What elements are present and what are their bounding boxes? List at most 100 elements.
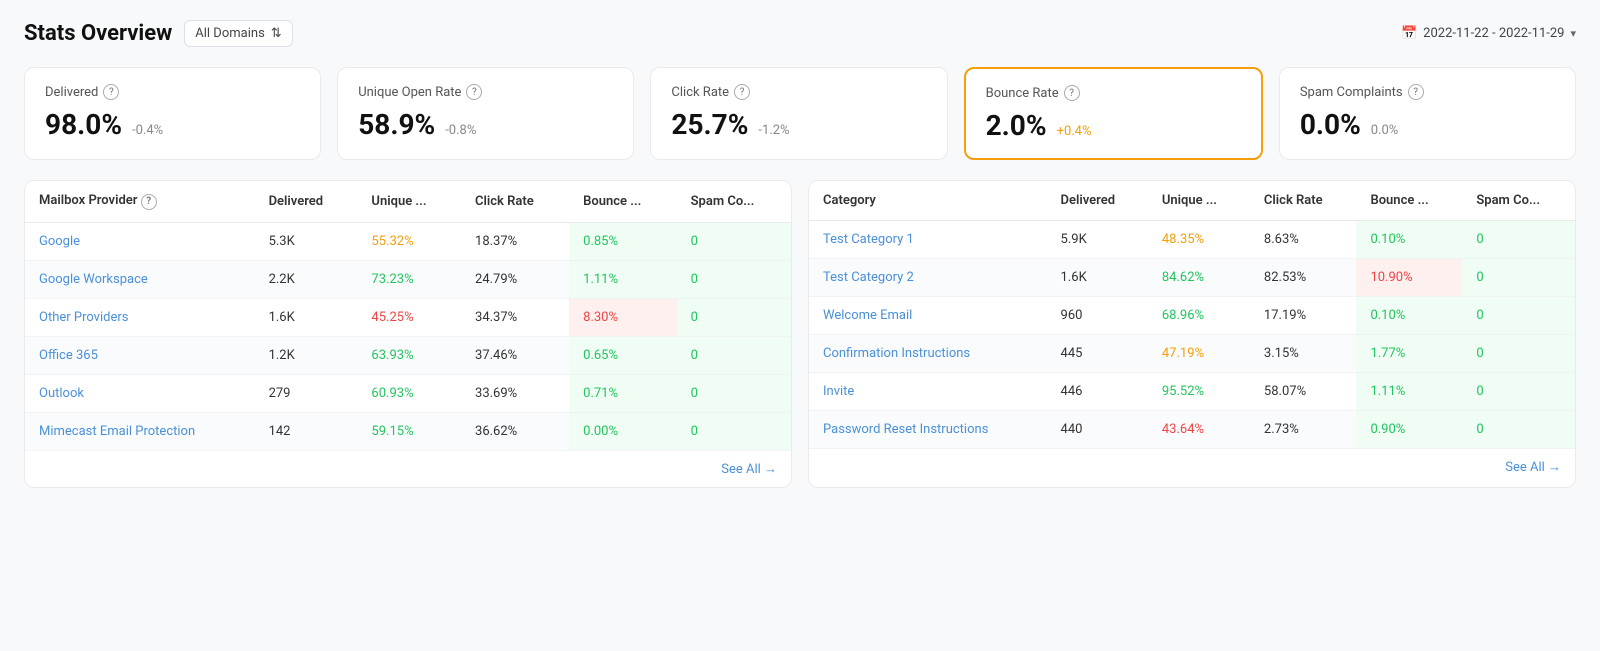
category-spam-cell: 0 <box>1462 373 1575 411</box>
mailbox-bounce-cell: 0.85% <box>569 222 676 260</box>
domain-select[interactable]: All Domains ⇅ <box>184 20 292 47</box>
kpi-label-text-bounce_rate: Bounce Rate <box>986 86 1059 101</box>
table-row: Other Providers 1.6K 45.25% 34.37% 8.30%… <box>25 298 791 336</box>
calendar-icon: 📅 <box>1401 26 1417 41</box>
category-name-cell: Welcome Email <box>809 297 1047 335</box>
category-name-cell: Test Category 2 <box>809 259 1047 297</box>
category-spam-cell: 0 <box>1462 259 1575 297</box>
help-icon-unique_open_rate[interactable]: ? <box>466 84 482 100</box>
mailbox-spam-cell: 0 <box>677 260 791 298</box>
kpi-value-spam_complaints: 0.0% <box>1300 108 1361 141</box>
mailbox-provider-header-label: Mailbox Provider <box>39 193 137 208</box>
table-row: Office 365 1.2K 63.93% 37.46% 0.65% 0 <box>25 336 791 374</box>
category-clickrate-cell: 3.15% <box>1250 335 1357 373</box>
tables-row: Mailbox Provider ?DeliveredUnique ...Cli… <box>24 180 1576 488</box>
mailbox-delivered-cell: 142 <box>255 412 358 450</box>
category-delivered-cell: 446 <box>1047 373 1148 411</box>
kpi-card-unique_open_rate: Unique Open Rate ? 58.9% -0.8% <box>337 67 634 160</box>
mailbox-provider-link[interactable]: Outlook <box>39 386 84 401</box>
header-left: Stats Overview All Domains ⇅ <box>24 20 293 47</box>
category-unique-cell: 48.35% <box>1148 221 1250 259</box>
mailbox-spam-cell: 0 <box>677 222 791 260</box>
mailbox-bounce-cell: 0.65% <box>569 336 676 374</box>
table-row: Outlook 279 60.93% 33.69% 0.71% 0 <box>25 374 791 412</box>
mailbox-unique-cell: 59.15% <box>357 412 461 450</box>
category-clickrate-cell: 58.07% <box>1250 373 1357 411</box>
kpi-value-unique_open_rate: 58.9% <box>358 108 435 141</box>
kpi-label-spam_complaints: Spam Complaints ? <box>1300 84 1555 100</box>
mailbox-provider-table-card: Mailbox Provider ?DeliveredUnique ...Cli… <box>24 180 792 488</box>
mailbox-col-header-2: Unique ... <box>357 181 461 222</box>
category-spam-cell: 0 <box>1462 297 1575 335</box>
category-unique-cell: 84.62% <box>1148 259 1250 297</box>
kpi-delta-bounce_rate: +0.4% <box>1057 124 1092 139</box>
kpi-label-text-unique_open_rate: Unique Open Rate <box>358 85 461 100</box>
category-bounce-cell: 0.10% <box>1356 221 1462 259</box>
mailbox-clickrate-cell: 18.37% <box>461 222 569 260</box>
mailbox-provider-cell: Outlook <box>25 374 255 412</box>
category-bounce-cell: 0.90% <box>1356 411 1462 449</box>
category-unique-cell: 47.19% <box>1148 335 1250 373</box>
category-name-link[interactable]: Test Category 1 <box>823 232 914 247</box>
category-clickrate-cell: 2.73% <box>1250 411 1357 449</box>
mailbox-table-header-row: Mailbox Provider ?DeliveredUnique ...Cli… <box>25 181 791 222</box>
mailbox-col-header-3: Click Rate <box>461 181 569 222</box>
mailbox-unique-cell: 45.25% <box>357 298 461 336</box>
table-row: Confirmation Instructions 445 47.19% 3.1… <box>809 335 1575 373</box>
category-delivered-cell: 1.6K <box>1047 259 1148 297</box>
mailbox-provider-link[interactable]: Google Workspace <box>39 272 148 287</box>
kpi-card-click_rate: Click Rate ? 25.7% -1.2% <box>650 67 947 160</box>
mailbox-spam-cell: 0 <box>677 412 791 450</box>
mailbox-col-header-5: Spam Co... <box>677 181 791 222</box>
category-spam-cell: 0 <box>1462 221 1575 259</box>
help-icon-click_rate[interactable]: ? <box>734 84 750 100</box>
category-delivered-cell: 5.9K <box>1047 221 1148 259</box>
category-see-all-row: See All → <box>809 448 1575 485</box>
mailbox-see-all-link[interactable]: See All → <box>721 462 777 477</box>
help-icon-spam_complaints[interactable]: ? <box>1408 84 1424 100</box>
help-icon-delivered[interactable]: ? <box>103 84 119 100</box>
mailbox-spam-cell: 0 <box>677 298 791 336</box>
kpi-label-text-click_rate: Click Rate <box>671 85 729 100</box>
kpi-delta-unique_open_rate: -0.8% <box>445 123 476 138</box>
category-unique-cell: 68.96% <box>1148 297 1250 335</box>
category-bounce-cell: 1.11% <box>1356 373 1462 411</box>
category-name-link[interactable]: Password Reset Instructions <box>823 422 988 437</box>
mailbox-spam-cell: 0 <box>677 336 791 374</box>
category-table-card: CategoryDeliveredUnique ...Click RateBou… <box>808 180 1576 488</box>
mailbox-provider-link[interactable]: Mimecast Email Protection <box>39 424 195 439</box>
mailbox-provider-link[interactable]: Other Providers <box>39 310 128 325</box>
domain-select-icon: ⇅ <box>271 26 282 41</box>
category-clickrate-cell: 82.53% <box>1250 259 1357 297</box>
mailbox-unique-cell: 63.93% <box>357 336 461 374</box>
category-name-link[interactable]: Invite <box>823 384 854 399</box>
mailbox-provider-link[interactable]: Office 365 <box>39 348 98 363</box>
mailbox-clickrate-cell: 37.46% <box>461 336 569 374</box>
kpi-delta-delivered: -0.4% <box>132 123 163 138</box>
page-title: Stats Overview <box>24 21 172 46</box>
category-see-all-link[interactable]: See All → <box>1505 460 1561 475</box>
table-row: Invite 446 95.52% 58.07% 1.11% 0 <box>809 373 1575 411</box>
table-row: Test Category 1 5.9K 48.35% 8.63% 0.10% … <box>809 221 1575 259</box>
mailbox-delivered-cell: 2.2K <box>255 260 358 298</box>
table-row: Google Workspace 2.2K 73.23% 24.79% 1.11… <box>25 260 791 298</box>
kpi-label-click_rate: Click Rate ? <box>671 84 926 100</box>
category-unique-cell: 43.64% <box>1148 411 1250 449</box>
category-name-link[interactable]: Confirmation Instructions <box>823 346 970 361</box>
help-icon-bounce_rate[interactable]: ? <box>1064 85 1080 101</box>
category-delivered-cell: 445 <box>1047 335 1148 373</box>
category-table-head: CategoryDeliveredUnique ...Click RateBou… <box>809 181 1575 221</box>
mailbox-bounce-cell: 0.00% <box>569 412 676 450</box>
header: Stats Overview All Domains ⇅ 📅 2022-11-2… <box>24 20 1576 47</box>
mailbox-col-header-0: Mailbox Provider ? <box>25 181 255 222</box>
mailbox-unique-cell: 55.32% <box>357 222 461 260</box>
mailbox-provider-cell: Office 365 <box>25 336 255 374</box>
domain-select-label: All Domains <box>195 26 265 41</box>
help-icon-mailbox-provider[interactable]: ? <box>141 194 157 210</box>
category-delivered-cell: 440 <box>1047 411 1148 449</box>
mailbox-provider-link[interactable]: Google <box>39 234 80 249</box>
category-name-link[interactable]: Welcome Email <box>823 308 912 323</box>
category-name-link[interactable]: Test Category 2 <box>823 270 914 285</box>
date-range-picker[interactable]: 📅 2022-11-22 - 2022-11-29 ▾ <box>1401 26 1576 41</box>
mailbox-provider-cell: Mimecast Email Protection <box>25 412 255 450</box>
